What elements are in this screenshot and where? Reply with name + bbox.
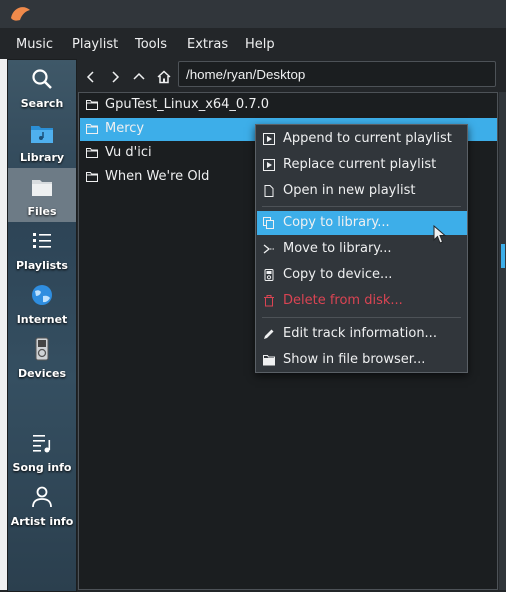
context-menu-label: Copy to device... bbox=[283, 267, 393, 282]
right-edge-panel bbox=[499, 92, 506, 590]
library-folder-icon bbox=[31, 126, 53, 143]
context-menu-label: Move to library... bbox=[283, 241, 392, 256]
search-icon bbox=[32, 69, 52, 89]
context-menu-label: Delete from disk... bbox=[283, 293, 403, 308]
sidebar-item-playlists[interactable]: Playlists bbox=[8, 222, 76, 276]
folder-icon bbox=[86, 172, 98, 182]
mouse-pointer-icon bbox=[433, 225, 447, 244]
person-icon bbox=[32, 486, 52, 508]
folder-icon bbox=[86, 148, 98, 158]
sidebar-label-song-info: Song info bbox=[12, 461, 72, 474]
playlist-icon bbox=[33, 233, 51, 248]
left-edge-panel bbox=[0, 59, 7, 590]
delete-from-disk-item[interactable]: Delete from disk... bbox=[257, 289, 467, 313]
menu-separator bbox=[262, 317, 461, 318]
song-info-icon bbox=[33, 435, 51, 453]
chevron-left-icon bbox=[86, 71, 94, 83]
clementine-app-icon bbox=[11, 7, 30, 21]
context-menu-label: Open in new playlist bbox=[283, 183, 416, 198]
move-icon bbox=[263, 244, 274, 254]
context-menu: Append to current playlist Replace curre… bbox=[255, 124, 468, 373]
home-button[interactable] bbox=[155, 68, 173, 86]
chevron-right-icon bbox=[112, 71, 120, 83]
context-menu-label: Show in file browser... bbox=[283, 352, 426, 367]
copy-icon bbox=[263, 217, 274, 229]
globe-icon bbox=[32, 285, 52, 305]
menu-playlist[interactable]: Playlist bbox=[72, 37, 118, 52]
sidebar-label-search: Search bbox=[20, 97, 64, 110]
path-input[interactable] bbox=[178, 61, 496, 87]
device-icon bbox=[264, 269, 274, 281]
show-in-file-browser-item[interactable]: Show in file browser... bbox=[257, 348, 467, 372]
context-menu-label: Edit track information... bbox=[283, 326, 437, 341]
file-name: When We're Old bbox=[105, 169, 210, 184]
home-icon bbox=[157, 70, 171, 84]
sidebar-item-song-info[interactable]: Song info bbox=[8, 424, 76, 478]
play-document-icon bbox=[263, 159, 275, 171]
file-name: Mercy bbox=[105, 121, 145, 136]
sidebar-label-artist-info: Artist info bbox=[10, 515, 74, 528]
copy-to-device-item[interactable]: Copy to device... bbox=[257, 263, 467, 287]
context-menu-label: Append to current playlist bbox=[283, 131, 452, 146]
menu-extras[interactable]: Extras bbox=[187, 37, 228, 52]
folder-icon bbox=[32, 180, 52, 196]
sidebar-label-devices: Devices bbox=[17, 367, 67, 380]
play-document-icon bbox=[263, 133, 275, 145]
sidebar-item-files[interactable]: Files bbox=[8, 168, 76, 222]
sidebar: Search Library Files Playlists Internet bbox=[7, 59, 77, 592]
edit-track-info-item[interactable]: Edit track information... bbox=[257, 322, 467, 346]
menu-music[interactable]: Music bbox=[16, 37, 53, 52]
menu-separator bbox=[262, 206, 461, 207]
file-name: GpuTest_Linux_x64_0.7.0 bbox=[105, 97, 270, 112]
sidebar-item-artist-info[interactable]: Artist info bbox=[8, 478, 76, 532]
document-icon bbox=[264, 185, 274, 197]
media-player-icon bbox=[35, 337, 49, 361]
menu-help[interactable]: Help bbox=[245, 37, 275, 52]
context-menu-label: Copy to library... bbox=[283, 215, 390, 230]
title-bar bbox=[0, 0, 506, 28]
menu-bar: Music Playlist Tools Extras Help bbox=[0, 32, 506, 58]
selection-marker bbox=[501, 244, 505, 268]
open-new-playlist-item[interactable]: Open in new playlist bbox=[257, 179, 467, 203]
up-button[interactable] bbox=[130, 68, 148, 86]
pencil-icon bbox=[264, 329, 274, 339]
folder-icon bbox=[86, 100, 98, 110]
sidebar-item-library[interactable]: Library bbox=[8, 114, 76, 168]
context-menu-label: Replace current playlist bbox=[283, 157, 437, 172]
menu-tools[interactable]: Tools bbox=[135, 37, 167, 52]
file-name: Vu d'ici bbox=[105, 145, 152, 160]
trash-icon bbox=[264, 295, 274, 307]
sidebar-item-internet[interactable]: Internet bbox=[8, 276, 76, 330]
sidebar-label-library: Library bbox=[19, 151, 65, 164]
folder-icon bbox=[263, 355, 275, 366]
sidebar-label-playlists: Playlists bbox=[16, 259, 68, 272]
chevron-up-icon bbox=[133, 72, 145, 80]
forward-button[interactable] bbox=[106, 68, 124, 86]
replace-playlist-item[interactable]: Replace current playlist bbox=[257, 153, 467, 177]
sidebar-label-files: Files bbox=[27, 205, 57, 218]
file-row[interactable]: GpuTest_Linux_x64_0.7.0 bbox=[80, 94, 497, 117]
back-button[interactable] bbox=[82, 68, 100, 86]
sidebar-label-internet: Internet bbox=[16, 313, 68, 326]
sidebar-item-search[interactable]: Search bbox=[8, 60, 76, 114]
sidebar-item-devices[interactable]: Devices bbox=[8, 330, 76, 384]
append-to-playlist-item[interactable]: Append to current playlist bbox=[257, 127, 467, 151]
folder-icon bbox=[86, 124, 98, 134]
